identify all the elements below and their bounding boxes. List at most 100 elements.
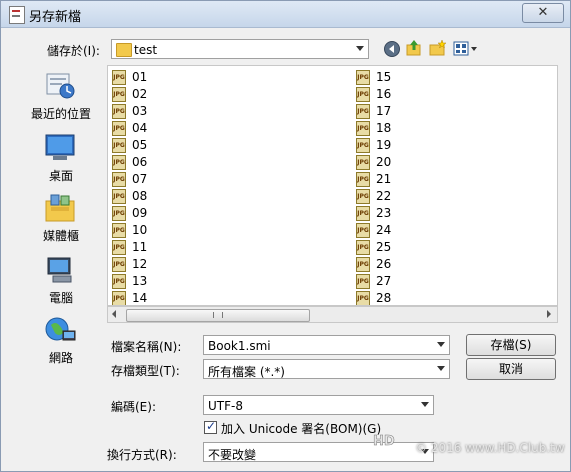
file-name: 01 bbox=[132, 70, 148, 84]
file-name: 18 bbox=[376, 121, 392, 135]
jpg-file-icon: JPG bbox=[112, 70, 126, 85]
file-name: 26 bbox=[376, 257, 392, 271]
chevron-down-icon bbox=[437, 366, 445, 371]
save-in-value: test bbox=[134, 43, 158, 57]
folder-icon bbox=[116, 43, 132, 57]
save-as-dialog: 另存新檔 ✕ 儲存於(I): test 最近的位置 桌面 媒體櫃 電腦 網路 J… bbox=[0, 0, 571, 472]
place-network[interactable]: 網路 bbox=[21, 315, 101, 373]
linebreak-value: 不要改變 bbox=[208, 448, 257, 462]
encoding-value: UTF-8 bbox=[208, 399, 243, 413]
jpg-file-icon: JPG bbox=[356, 172, 370, 187]
save-in-label: 儲存於(I): bbox=[47, 44, 100, 58]
jpg-file-icon: JPG bbox=[112, 87, 126, 102]
chevron-down-icon bbox=[356, 46, 364, 51]
back-icon[interactable] bbox=[383, 40, 401, 58]
encoding-dropdown[interactable]: UTF-8 bbox=[203, 395, 434, 415]
file-name: 05 bbox=[132, 138, 148, 152]
jpg-file-icon: JPG bbox=[356, 206, 370, 221]
file-name: 21 bbox=[376, 172, 392, 186]
file-name: 28 bbox=[376, 291, 392, 305]
new-folder-icon[interactable] bbox=[429, 39, 447, 57]
title-bar: 另存新檔 ✕ bbox=[1, 1, 570, 28]
jpg-file-icon: JPG bbox=[112, 206, 126, 221]
jpg-file-icon: JPG bbox=[112, 257, 126, 272]
place-recent[interactable]: 最近的位置 bbox=[21, 71, 101, 129]
jpg-file-icon: JPG bbox=[112, 223, 126, 238]
bom-label: 加入 Unicode 署名(BOM)(G) bbox=[221, 422, 382, 436]
svg-text:HD: HD bbox=[373, 434, 395, 449]
libraries-icon bbox=[45, 194, 75, 222]
file-name: 17 bbox=[376, 104, 392, 118]
file-name: 04 bbox=[132, 121, 148, 135]
computer-icon bbox=[47, 257, 72, 283]
file-name: 27 bbox=[376, 274, 392, 288]
bom-checkbox[interactable] bbox=[204, 419, 217, 434]
file-name: 23 bbox=[376, 206, 392, 220]
file-name: 25 bbox=[376, 240, 392, 254]
place-libraries[interactable]: 媒體櫃 bbox=[21, 193, 101, 251]
filetype-dropdown[interactable]: 所有檔案 (*.*) bbox=[203, 359, 450, 379]
filename-value: Book1.smi bbox=[208, 339, 271, 353]
jpg-file-icon: JPG bbox=[112, 172, 126, 187]
jpg-file-icon: JPG bbox=[356, 138, 370, 153]
filetype-label: 存檔類型(T): bbox=[111, 364, 180, 378]
chevron-down-icon bbox=[421, 402, 429, 407]
scroll-right-icon[interactable] bbox=[547, 310, 551, 318]
grip-icon bbox=[213, 312, 223, 318]
jpg-file-icon: JPG bbox=[356, 291, 370, 305]
jpg-file-icon: JPG bbox=[112, 189, 126, 204]
jpg-file-icon: JPG bbox=[112, 155, 126, 170]
linebreak-label: 換行方式(R): bbox=[107, 448, 177, 462]
file-name: 07 bbox=[132, 172, 148, 186]
encoding-label: 編碼(E): bbox=[111, 400, 156, 414]
jpg-file-icon: JPG bbox=[112, 121, 126, 136]
file-name: 20 bbox=[376, 155, 392, 169]
jpg-file-icon: JPG bbox=[356, 223, 370, 238]
scroll-left-icon[interactable] bbox=[112, 310, 116, 318]
file-name: 02 bbox=[132, 87, 148, 101]
horizontal-scrollbar[interactable] bbox=[107, 306, 558, 323]
cancel-button[interactable]: 取消 bbox=[466, 358, 556, 380]
jpg-file-icon: JPG bbox=[356, 155, 370, 170]
file-name: 09 bbox=[132, 206, 148, 220]
file-name: 14 bbox=[132, 291, 148, 305]
filename-label: 檔案名稱(N): bbox=[111, 340, 182, 354]
file-name: 10 bbox=[132, 223, 148, 237]
place-label: 媒體櫃 bbox=[42, 229, 79, 243]
jpg-file-icon: JPG bbox=[356, 104, 370, 119]
file-name: 15 bbox=[376, 70, 392, 84]
file-name: 06 bbox=[132, 155, 148, 169]
chevron-down-icon bbox=[437, 342, 445, 347]
place-computer[interactable]: 電腦 bbox=[21, 255, 101, 313]
file-name: 19 bbox=[376, 138, 392, 152]
file-name: 03 bbox=[132, 104, 148, 118]
jpg-file-icon: JPG bbox=[112, 104, 126, 119]
save-button[interactable]: 存檔(S) bbox=[466, 334, 556, 356]
filename-input[interactable]: Book1.smi bbox=[203, 335, 450, 355]
jpg-file-icon: JPG bbox=[112, 240, 126, 255]
jpg-file-icon: JPG bbox=[112, 274, 126, 289]
up-folder-icon[interactable] bbox=[405, 39, 423, 57]
scrollbar-thumb[interactable] bbox=[126, 309, 310, 322]
watermark-text: © 2016 www.HD.Club.tw bbox=[415, 441, 565, 455]
file-name: 16 bbox=[376, 87, 392, 101]
place-label: 網路 bbox=[48, 351, 73, 365]
close-button[interactable]: ✕ bbox=[522, 3, 564, 23]
jpg-file-icon: JPG bbox=[356, 189, 370, 204]
jpg-file-icon: JPG bbox=[112, 138, 126, 153]
notepad-app-icon bbox=[9, 6, 25, 24]
window-title: 另存新檔 bbox=[29, 10, 82, 25]
save-in-dropdown[interactable]: test bbox=[111, 39, 369, 59]
file-name: 08 bbox=[132, 189, 148, 203]
file-name: 24 bbox=[376, 223, 392, 237]
place-label: 電腦 bbox=[48, 291, 73, 305]
file-list[interactable]: JPG 01 JPG 02 JPG 03 JPG 04 JPG 05 JPG 06 JPG 0… bbox=[107, 65, 558, 306]
desktop-icon bbox=[45, 134, 75, 160]
view-menu-icon[interactable] bbox=[453, 40, 479, 58]
file-name: 22 bbox=[376, 189, 392, 203]
jpg-file-icon: JPG bbox=[356, 257, 370, 272]
watermark-logo-icon: HD bbox=[373, 434, 395, 450]
jpg-file-icon: JPG bbox=[356, 274, 370, 289]
jpg-file-icon: JPG bbox=[356, 240, 370, 255]
place-desktop[interactable]: 桌面 bbox=[21, 133, 101, 191]
